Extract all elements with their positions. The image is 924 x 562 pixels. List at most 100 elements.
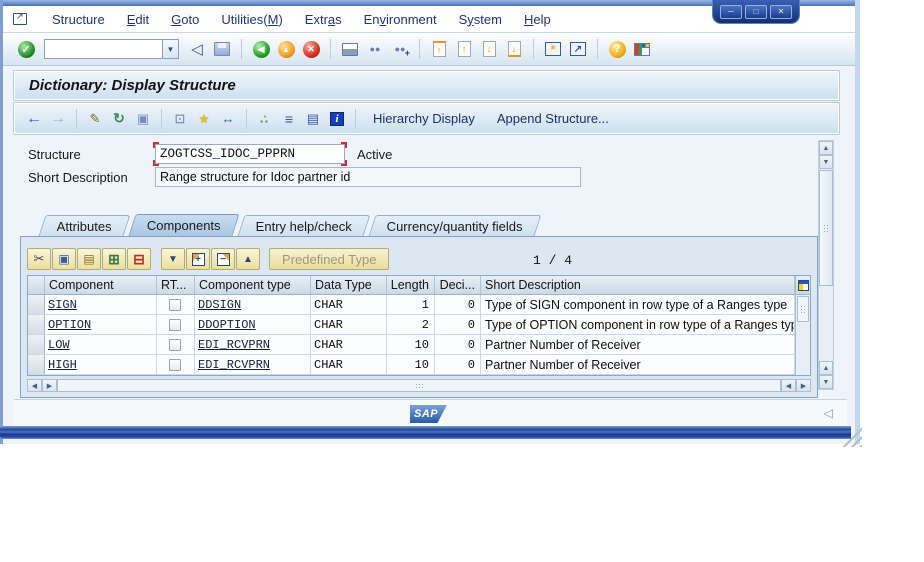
save-button[interactable] [211, 38, 233, 60]
previous-page-button[interactable]: ↑ [453, 38, 475, 60]
previous-screen-button[interactable]: ← [23, 108, 45, 130]
scroll-right-button[interactable]: ▶ [796, 379, 811, 392]
prompt-button[interactable]: ◁ [186, 38, 208, 60]
menu-goto[interactable]: Goto [160, 9, 210, 30]
append-structure-button[interactable]: Append Structure... [487, 108, 619, 129]
cancel-button[interactable]: ✕ [300, 38, 322, 60]
tab-attributes[interactable]: Attributes [38, 215, 131, 236]
last-page-button[interactable]: ↓ [503, 38, 525, 60]
versions-button[interactable]: ≡ [278, 108, 300, 130]
close-icon[interactable]: ✕ [770, 4, 792, 19]
rt-checkbox[interactable] [169, 298, 181, 311]
next-screen-button[interactable]: → [47, 108, 69, 130]
enter-button[interactable]: ✓ [15, 38, 37, 60]
tab-currency-quantity-fields[interactable]: Currency/quantity fields [368, 215, 542, 236]
where-used-button[interactable]: ⊡ [169, 108, 191, 130]
component-type-link[interactable]: DDSIGN [195, 295, 311, 314]
row-selector[interactable] [28, 355, 45, 374]
control-menu-icon[interactable] [13, 11, 27, 25]
hierarchy-button[interactable]: ▪ ▪▪ [254, 108, 276, 130]
header-length[interactable]: Length [387, 276, 435, 294]
scroll-up-button[interactable]: ▲ [819, 141, 833, 155]
rt-checkbox[interactable] [169, 358, 181, 371]
command-dropdown-icon[interactable]: ▼ [162, 39, 179, 59]
component-type-link[interactable]: EDI_RCVPRN [195, 355, 311, 374]
component-link[interactable]: OPTION [45, 315, 157, 334]
rt-checkbox[interactable] [169, 338, 181, 351]
exit-up-button[interactable]: ▲ [275, 38, 297, 60]
header-short-description[interactable]: Short Description [481, 276, 795, 294]
header-rt[interactable]: RT... [157, 276, 195, 294]
select-down-button[interactable]: ▼ [161, 248, 185, 270]
horizontal-scrollbar-thumb[interactable] [57, 379, 781, 392]
menu-structure[interactable]: Structure [41, 9, 116, 30]
collapse-button[interactable]: − [211, 248, 235, 270]
refresh-button[interactable]: ↻ [108, 108, 130, 130]
minimize-icon[interactable]: ─ [720, 4, 742, 19]
navigation-button[interactable]: ↔ [217, 108, 239, 130]
header-data-type[interactable]: Data Type [311, 276, 387, 294]
table-scrollbar-thumb[interactable] [797, 296, 809, 322]
row-selector[interactable] [28, 315, 45, 334]
row-selector[interactable] [28, 295, 45, 314]
component-type-link[interactable]: EDI_RCVPRN [195, 335, 311, 354]
hierarchy-display-button[interactable]: Hierarchy Display [363, 108, 485, 129]
structure-field[interactable]: ZOGTCSS_IDOC_PPPRN [153, 142, 347, 166]
header-component-type[interactable]: Component type [195, 276, 311, 294]
scroll-left-button[interactable]: ◀ [781, 379, 796, 392]
short-description-field[interactable]: Range structure for Idoc partner id [155, 167, 581, 187]
print-button[interactable] [339, 38, 361, 60]
menu-utilities[interactable]: Utilities(M) [210, 9, 293, 30]
expand-button[interactable]: + [186, 248, 210, 270]
find-button[interactable]: ●● [364, 38, 386, 60]
scroll-down-button[interactable]: ▼ [819, 375, 833, 389]
maximize-icon[interactable]: □ [745, 4, 767, 19]
copy-button[interactable]: ▣ [132, 108, 154, 130]
copy-rows-button[interactable]: ▣ [52, 248, 76, 270]
command-input[interactable] [44, 39, 162, 59]
menu-edit[interactable]: Edit [116, 9, 160, 30]
scroll-left-button[interactable]: ◀ [27, 379, 42, 392]
menu-help[interactable]: Help [513, 9, 562, 30]
rt-checkbox[interactable] [169, 318, 181, 331]
technical-info-button[interactable]: i [326, 108, 348, 130]
menu-system[interactable]: System [448, 9, 513, 30]
scroll-up-button[interactable]: ▲ [819, 361, 833, 375]
component-link[interactable]: HIGH [45, 355, 157, 374]
screen-vertical-scrollbar[interactable]: ▲ ▼ ▲ ▼ [818, 140, 834, 390]
tab-components[interactable]: Components [128, 214, 240, 236]
scroll-down-button[interactable]: ▼ [819, 155, 833, 169]
table-vertical-scrollbar[interactable] [795, 276, 810, 375]
customize-layout-button[interactable] [631, 38, 653, 60]
list-view-button[interactable]: ▤ [302, 108, 324, 130]
create-shortcut-button[interactable]: ↗ [567, 38, 589, 60]
next-page-button[interactable]: ↓ [478, 38, 500, 60]
scrollbar-track[interactable] [819, 287, 833, 361]
select-up-button[interactable]: ▲ [236, 248, 260, 270]
help-button[interactable]: ? [606, 38, 628, 60]
insert-row-button[interactable]: ⊞ [102, 248, 126, 270]
header-selector[interactable] [28, 276, 45, 294]
menu-environment[interactable]: Environment [353, 9, 448, 30]
new-session-button[interactable]: * [542, 38, 564, 60]
back-button[interactable]: ◀ [250, 38, 272, 60]
component-type-link[interactable]: DDOPTION [195, 315, 311, 334]
find-next-button[interactable]: ●● + [389, 38, 411, 60]
index-button[interactable]: ★ [193, 108, 215, 130]
status-expand-icon[interactable]: ◁ [824, 406, 833, 420]
delete-row-button[interactable]: ⊟ [127, 248, 151, 270]
display-change-button[interactable]: ✎ [84, 108, 106, 130]
table-configuration-button[interactable] [796, 276, 810, 295]
menu-extras[interactable]: Extras [294, 9, 353, 30]
header-component[interactable]: Component [45, 276, 157, 294]
row-selector[interactable] [28, 335, 45, 354]
component-link[interactable]: LOW [45, 335, 157, 354]
component-link[interactable]: SIGN [45, 295, 157, 314]
scroll-right-button[interactable]: ▶ [42, 379, 57, 392]
cut-button[interactable]: ✂ [27, 248, 51, 270]
tab-entry-help-check[interactable]: Entry help/check [237, 215, 371, 236]
first-page-button[interactable]: ↑ [428, 38, 450, 60]
paste-button[interactable]: ▤ [77, 248, 101, 270]
predefined-type-button[interactable]: Predefined Type [269, 248, 390, 270]
header-decimals[interactable]: Deci... [435, 276, 481, 294]
